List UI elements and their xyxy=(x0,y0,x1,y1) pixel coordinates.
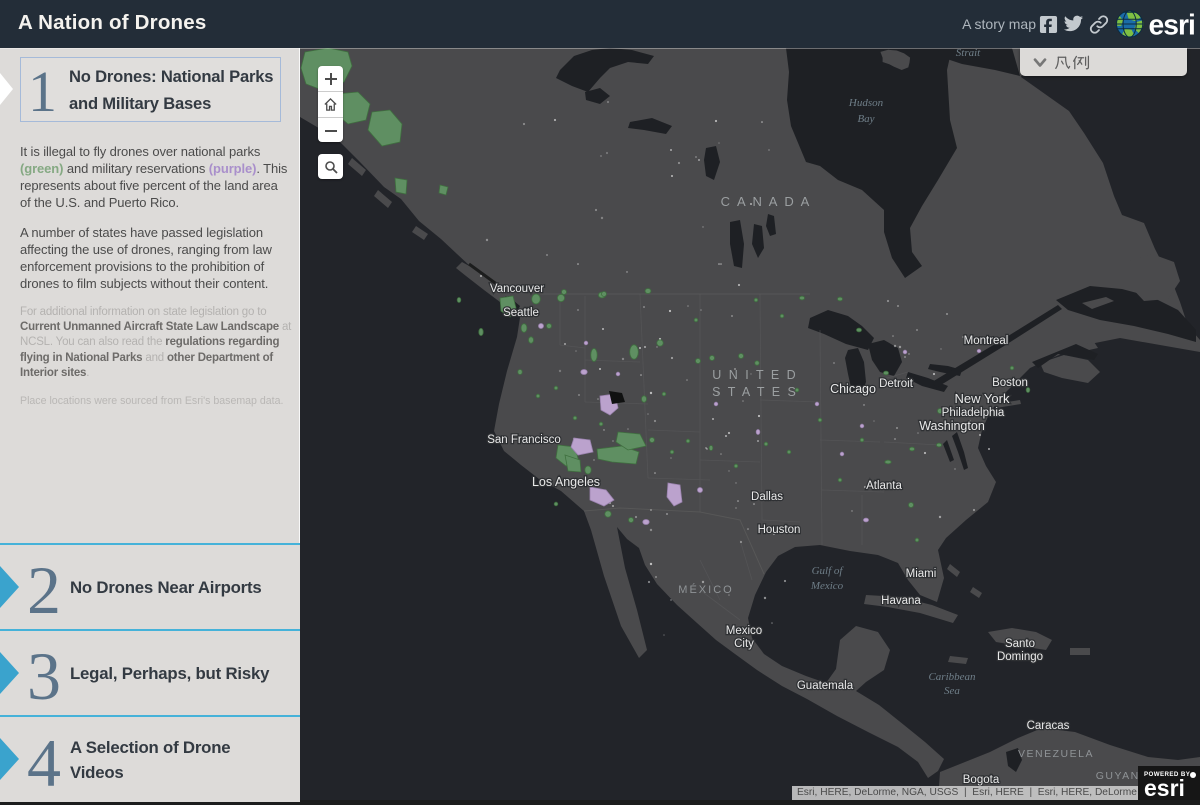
svg-text:C A N A D A: C A N A D A xyxy=(721,194,812,209)
svg-text:Mexico: Mexico xyxy=(726,625,762,637)
svg-text:Bogota: Bogota xyxy=(963,774,1000,786)
svg-text:Houston: Houston xyxy=(758,524,801,536)
svg-text:Boston: Boston xyxy=(992,377,1028,389)
svg-text:Hudson: Hudson xyxy=(848,97,884,109)
svg-text:Gulf of: Gulf of xyxy=(812,565,845,577)
svg-text:Montreal: Montreal xyxy=(964,335,1009,347)
svg-text:Philadelphia: Philadelphia xyxy=(942,407,1005,419)
svg-text:Bay: Bay xyxy=(857,113,874,125)
svg-text:New York: New York xyxy=(955,391,1010,406)
svg-text:Caribbean: Caribbean xyxy=(928,671,976,683)
svg-text:San Francisco: San Francisco xyxy=(487,434,561,446)
svg-text:Atlanta: Atlanta xyxy=(866,480,902,492)
svg-text:Chicago: Chicago xyxy=(830,382,876,396)
svg-text:Miami: Miami xyxy=(906,568,937,580)
svg-text:Detroit: Detroit xyxy=(879,378,914,390)
svg-text:Caracas: Caracas xyxy=(1027,720,1070,732)
svg-text:Seattle: Seattle xyxy=(503,307,539,319)
svg-text:City: City xyxy=(734,638,754,650)
svg-text:Sea: Sea xyxy=(944,685,960,697)
svg-text:Vancouver: Vancouver xyxy=(490,283,544,295)
svg-text:Guatemala: Guatemala xyxy=(797,680,854,692)
svg-text:Domingo: Domingo xyxy=(997,651,1043,663)
svg-text:U N I T E D: U N I T E D xyxy=(712,368,797,382)
svg-text:Dallas: Dallas xyxy=(751,491,783,503)
svg-text:Santo: Santo xyxy=(1005,638,1035,650)
svg-text:Los Angeles: Los Angeles xyxy=(532,475,600,489)
svg-text:S T A T E S: S T A T E S xyxy=(712,385,798,399)
svg-text:VENEZUELA: VENEZUELA xyxy=(1018,748,1094,760)
svg-text:MÉXICO: MÉXICO xyxy=(678,583,733,596)
svg-text:Strait: Strait xyxy=(956,48,981,59)
svg-text:Havana: Havana xyxy=(881,595,921,607)
svg-text:Mexico: Mexico xyxy=(810,580,844,592)
svg-text:esri: esri xyxy=(1148,8,1194,40)
svg-text:Washington: Washington xyxy=(919,419,985,433)
